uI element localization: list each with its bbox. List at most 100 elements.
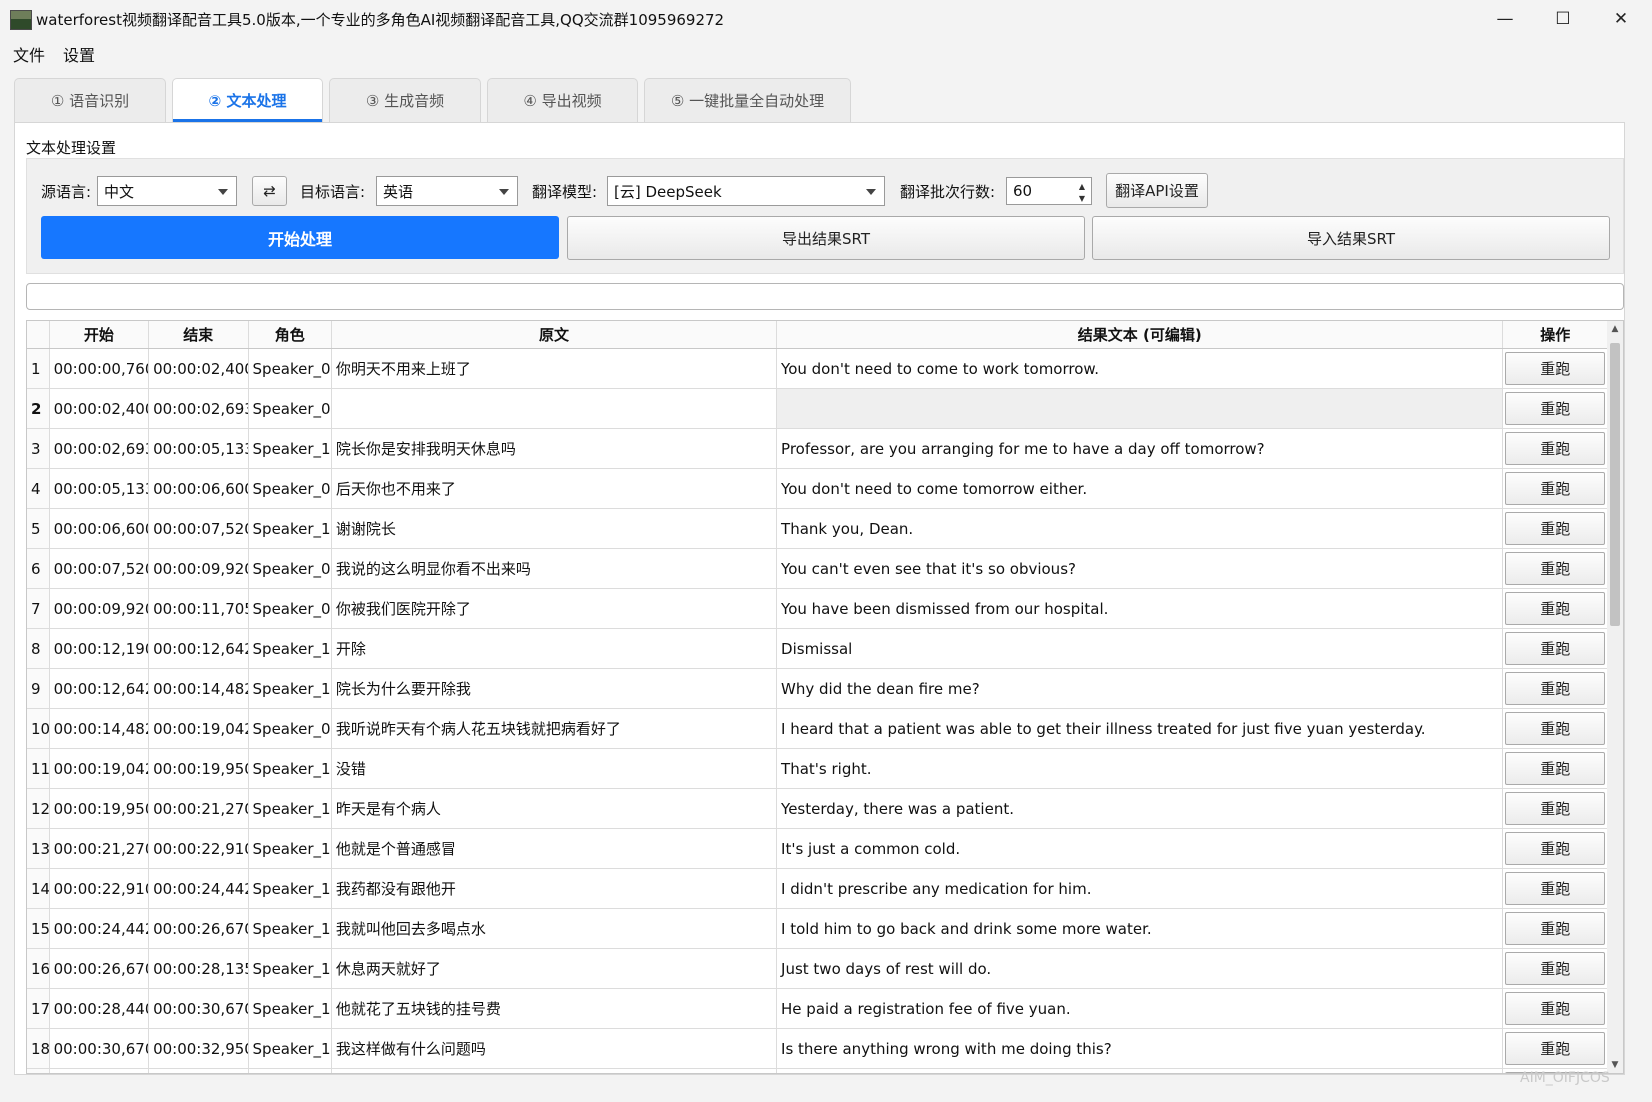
result-text-cell[interactable]: That's right. — [776, 748, 1504, 789]
table-row[interactable]: 14 00:00:22,910 00:00:24,442 Speaker_1 我药都没有… — [27, 868, 1608, 909]
result-text-cell[interactable]: You don't need to come tomorrow either. — [776, 468, 1504, 509]
source-text-cell[interactable]: 你被我们医院开除了 — [331, 588, 778, 629]
start-time-cell[interactable]: 00:00:02,693 — [49, 428, 150, 469]
table-row[interactable]: 5 00:00:06,600 00:00:07,520 Speaker_1 谢谢院长 Th… — [27, 508, 1608, 549]
source-text-cell[interactable]: 我说的这么明显你看不出来吗 — [331, 548, 778, 589]
start-time-cell[interactable]: 00:00:07,520 — [49, 548, 150, 589]
role-cell[interactable]: Speaker_0 — [248, 708, 332, 749]
end-time-cell[interactable]: 00:00:28,135 — [148, 948, 249, 989]
swap-languages-button[interactable]: ⇄ — [252, 176, 287, 206]
table-row[interactable]: 10 00:00:14,482 00:00:19,042 Speaker_0 我听说昨天… — [27, 708, 1608, 749]
source-text-cell[interactable]: 院长你是安排我明天休息吗 — [331, 428, 778, 469]
table-row[interactable]: 15 00:00:24,442 00:00:26,670 Speaker_1 我就叫他回… — [27, 908, 1608, 949]
start-time-cell[interactable]: 00:00:26,670 — [49, 948, 150, 989]
result-text-cell[interactable]: Professor, are you arranging for me to h… — [776, 428, 1504, 469]
end-time-cell[interactable]: 00:00:14,482 — [148, 668, 249, 709]
end-time-cell[interactable]: 00:00:19,042 — [148, 708, 249, 749]
start-time-cell[interactable]: 00:00:12,190 — [49, 628, 150, 669]
start-time-cell[interactable]: 00:00:24,442 — [49, 908, 150, 949]
role-cell[interactable]: Speaker_0 — [248, 1068, 332, 1073]
result-text-cell[interactable]: Thank you, Dean. — [776, 508, 1504, 549]
scroll-up-icon[interactable]: ▲ — [1607, 321, 1623, 337]
source-text-cell[interactable]: 昨天是有个病人 — [331, 788, 778, 829]
result-text-cell[interactable]: Is there anything wrong with me doing th… — [776, 1028, 1504, 1069]
rerun-button[interactable]: 重跑 — [1505, 1032, 1605, 1065]
import-srt-button[interactable]: 导入结果SRT — [1092, 216, 1610, 260]
start-time-cell[interactable]: 00:00:02,400 — [49, 388, 150, 429]
rerun-button[interactable]: 重跑 — [1505, 592, 1605, 625]
model-select[interactable]: [云] DeepSeek — [607, 176, 885, 206]
source-text-cell[interactable]: 我这样做有什么问题吗 — [331, 1028, 778, 1069]
source-text-cell[interactable]: 我药都没有跟他开 — [331, 868, 778, 909]
end-time-cell[interactable]: 00:00:35,665 — [148, 1068, 249, 1073]
table-row[interactable]: 16 00:00:26,670 00:00:28,135 Speaker_1 休息两天就… — [27, 948, 1608, 989]
rerun-button[interactable]: 重跑 — [1505, 432, 1605, 465]
end-time-cell[interactable]: 00:00:24,442 — [148, 868, 249, 909]
start-processing-button[interactable]: 开始处理 — [41, 216, 559, 259]
tab-export-video[interactable]: ④ 导出视频 — [487, 78, 638, 122]
role-cell[interactable]: Speaker_1 — [248, 788, 332, 829]
result-text-cell[interactable] — [776, 388, 1504, 429]
end-time-cell[interactable]: 00:00:21,270 — [148, 788, 249, 829]
source-text-cell[interactable]: 他就是个普通感冒 — [331, 828, 778, 869]
source-text-cell[interactable]: 谢谢院长 — [331, 508, 778, 549]
start-time-cell[interactable]: 00:00:30,670 — [49, 1028, 150, 1069]
role-cell[interactable]: Speaker_0 — [248, 348, 332, 389]
end-time-cell[interactable]: 00:00:02,400 — [148, 348, 249, 389]
start-time-cell[interactable]: 00:00:09,920 — [49, 588, 150, 629]
result-text-cell[interactable]: He paid a registration fee of five yuan. — [776, 988, 1504, 1029]
header-start[interactable]: 开始 — [49, 321, 150, 349]
result-text-cell[interactable]: I didn't prescribe any medication for hi… — [776, 868, 1504, 909]
result-text-cell[interactable]: I told him to go back and drink some mor… — [776, 908, 1504, 949]
rerun-button[interactable]: 重跑 — [1505, 952, 1605, 985]
result-text-cell[interactable]: Why did the dean fire me? — [776, 668, 1504, 709]
rerun-button[interactable]: 重跑 — [1505, 672, 1605, 705]
role-cell[interactable]: Speaker_1 — [248, 988, 332, 1029]
table-row[interactable]: 8 00:00:12,190 00:00:12,642 Speaker_1 开除 Dism… — [27, 628, 1608, 669]
rerun-button[interactable]: 重跑 — [1505, 512, 1605, 545]
source-lang-select[interactable]: 中文 — [97, 176, 237, 206]
rerun-button[interactable]: 重跑 — [1505, 992, 1605, 1025]
start-time-cell[interactable]: 00:00:19,950 — [49, 788, 150, 829]
batch-lines-spinbox[interactable]: 60 ▲ ▼ — [1006, 177, 1092, 205]
table-row[interactable]: 7 00:00:09,920 00:00:11,705 Speaker_0 你被我们医院… — [27, 588, 1608, 629]
role-cell[interactable]: Speaker_1 — [248, 508, 332, 549]
result-text-cell[interactable]: Just two days of rest will do. — [776, 948, 1504, 989]
role-cell[interactable]: Speaker_0 — [248, 588, 332, 629]
rerun-button[interactable]: 重跑 — [1505, 912, 1605, 945]
translation-api-settings-button[interactable]: 翻译API设置 — [1106, 173, 1208, 208]
minimize-button[interactable]: — — [1476, 0, 1534, 38]
end-time-cell[interactable]: 00:00:26,670 — [148, 908, 249, 949]
spin-up-icon[interactable]: ▲ — [1075, 180, 1089, 192]
result-text-cell[interactable]: If all the doctors I consulted were as t… — [776, 1068, 1504, 1073]
rerun-button[interactable]: 重跑 — [1505, 552, 1605, 585]
result-text-cell[interactable]: You don't need to come to work tomorrow. — [776, 348, 1504, 389]
table-row[interactable]: 17 00:00:28,440 00:00:30,670 Speaker_1 他就花了五… — [27, 988, 1608, 1029]
role-cell[interactable]: Speaker_1 — [248, 748, 332, 789]
role-cell[interactable]: Speaker_1 — [248, 628, 332, 669]
role-cell[interactable]: Speaker_1 — [248, 828, 332, 869]
spin-down-icon[interactable]: ▼ — [1075, 192, 1089, 204]
rerun-button[interactable]: 重跑 — [1505, 752, 1605, 785]
source-text-cell[interactable]: 休息两天就好了 — [331, 948, 778, 989]
start-time-cell[interactable]: 00:00:21,270 — [49, 828, 150, 869]
rerun-button[interactable]: 重跑 — [1505, 352, 1605, 385]
end-time-cell[interactable]: 00:00:02,693 — [148, 388, 249, 429]
table-scrollbar[interactable]: ▲ ▼ — [1607, 321, 1623, 1073]
end-time-cell[interactable]: 00:00:32,950 — [148, 1028, 249, 1069]
role-cell[interactable]: Speaker_1 — [248, 428, 332, 469]
start-time-cell[interactable]: 00:00:05,133 — [49, 468, 150, 509]
table-row[interactable]: 9 00:00:12,642 00:00:14,482 Speaker_1 院长为什么要… — [27, 668, 1608, 709]
rerun-button[interactable]: 重跑 — [1505, 472, 1605, 505]
end-time-cell[interactable]: 00:00:30,670 — [148, 988, 249, 1029]
result-text-cell[interactable]: Dismissal — [776, 628, 1504, 669]
maximize-button[interactable]: ☐ — [1534, 0, 1592, 38]
start-time-cell[interactable]: 00:00:32,950 — [49, 1068, 150, 1073]
source-text-cell[interactable]: 他就花了五块钱的挂号费 — [331, 988, 778, 1029]
source-text-cell[interactable]: 院长为什么要开除我 — [331, 668, 778, 709]
table-row[interactable]: 12 00:00:19,950 00:00:21,270 Speaker_1 昨天是有个… — [27, 788, 1608, 829]
end-time-cell[interactable]: 00:00:09,920 — [148, 548, 249, 589]
menu-settings[interactable]: 设置 — [63, 42, 95, 66]
rerun-button[interactable]: 重跑 — [1505, 632, 1605, 665]
source-text-cell[interactable]: 我听说昨天有个病人花五块钱就把病看好了 — [331, 708, 778, 749]
